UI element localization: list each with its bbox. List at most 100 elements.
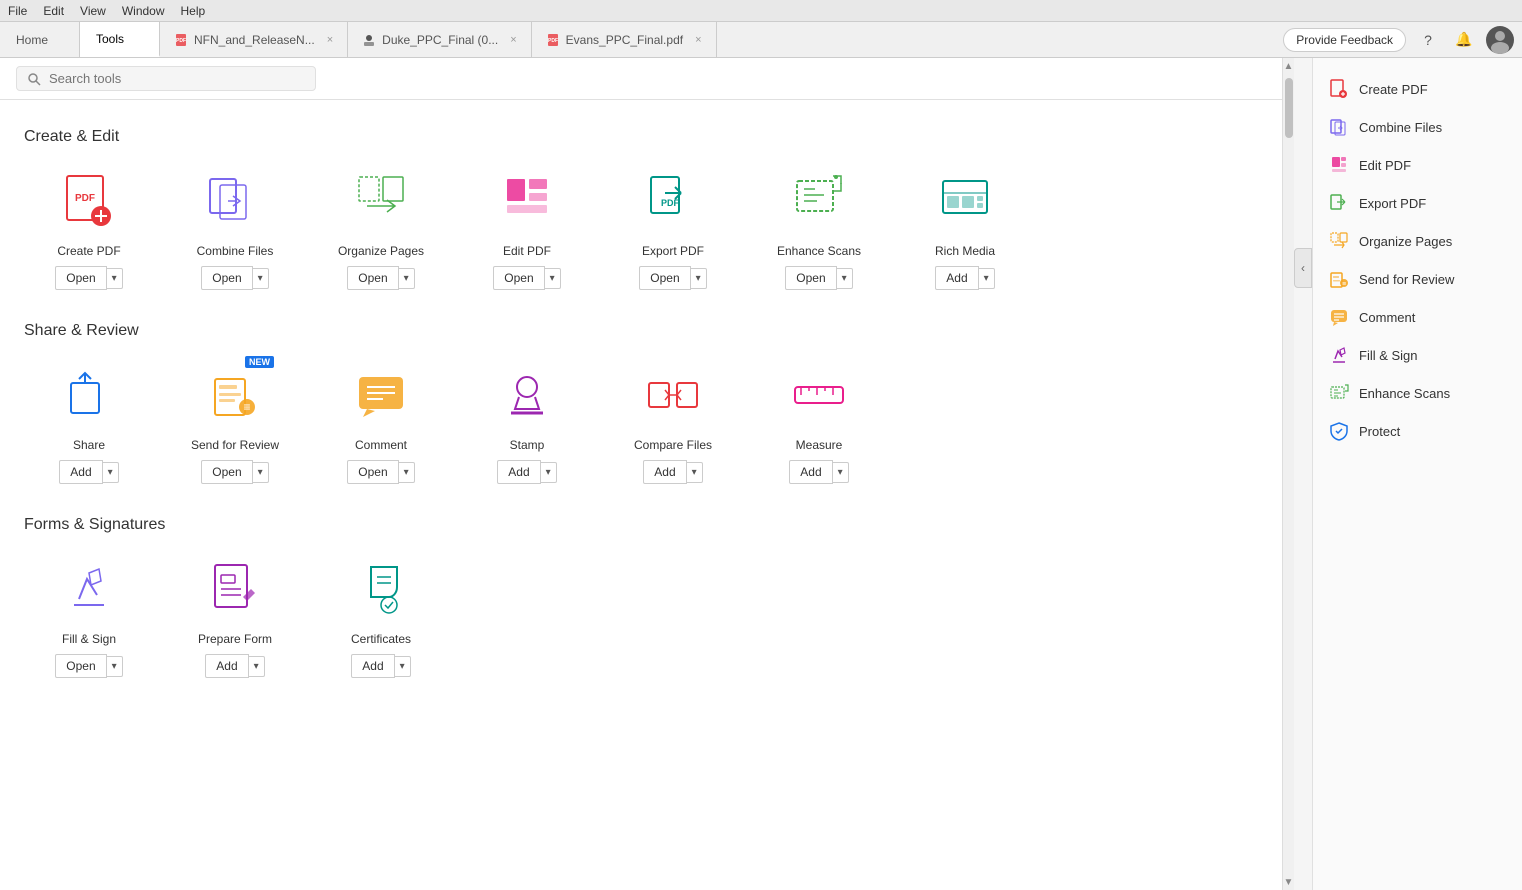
enhance-scans-open-btn[interactable]: Open — [785, 266, 836, 290]
tab-evans[interactable]: PDF Evans_PPC_Final.pdf × — [532, 22, 717, 57]
menubar: File Edit View Window Help — [0, 0, 1522, 22]
right-panel-item-comment[interactable]: Comment — [1313, 298, 1522, 336]
panel-toggle-button[interactable]: ‹ — [1294, 248, 1312, 288]
right-panel-combine-files-label: Combine Files — [1359, 120, 1442, 135]
compare-files-dropdown[interactable]: ▾ — [687, 462, 703, 483]
organize-pages-dropdown[interactable]: ▾ — [399, 268, 415, 289]
certificates-btn-group: Add ▾ — [351, 654, 410, 678]
right-panel-enhance-scans-label: Enhance Scans — [1359, 386, 1450, 401]
menu-help[interactable]: Help — [181, 4, 206, 18]
send-for-review-dropdown[interactable]: ▾ — [253, 462, 269, 483]
tool-card-organize-pages: Organize Pages Open ▾ — [316, 166, 446, 290]
certificates-dropdown[interactable]: ▾ — [395, 656, 411, 677]
right-panel-enhance-scans-icon — [1329, 383, 1349, 403]
search-bar — [16, 66, 316, 91]
tool-card-rich-media: Rich Media Add ▾ — [900, 166, 1030, 290]
share-dropdown[interactable]: ▾ — [103, 462, 119, 483]
menu-view[interactable]: View — [80, 4, 106, 18]
notifications-button[interactable]: 🔔 — [1450, 26, 1478, 54]
right-panel-combine-files-icon — [1329, 117, 1349, 137]
prepare-form-add-btn[interactable]: Add — [205, 654, 248, 678]
right-panel-item-export-pdf[interactable]: Export PDF — [1313, 184, 1522, 222]
right-panel-comment-icon — [1329, 307, 1349, 327]
fill-sign-open-btn[interactable]: Open — [55, 654, 106, 678]
share-add-btn[interactable]: Add — [59, 460, 102, 484]
export-pdf-icon-wrapper: PDF — [638, 166, 708, 236]
prepare-form-dropdown[interactable]: ▾ — [249, 656, 265, 677]
right-panel-item-send-for-review[interactable]: ≡ Send for Review — [1313, 260, 1522, 298]
svg-text:PDF: PDF — [75, 193, 95, 204]
menu-window[interactable]: Window — [122, 4, 165, 18]
tab-close-duke[interactable]: × — [510, 34, 516, 46]
compare-files-add-btn[interactable]: Add — [643, 460, 686, 484]
search-input[interactable] — [49, 71, 305, 86]
comment-label: Comment — [355, 438, 407, 452]
help-button[interactable]: ? — [1414, 26, 1442, 54]
combine-files-icon — [205, 171, 265, 231]
export-pdf-label: Export PDF — [642, 244, 704, 258]
edit-pdf-open-btn[interactable]: Open — [493, 266, 544, 290]
create-pdf-open-btn[interactable]: Open — [55, 266, 106, 290]
tab-home[interactable]: Home — [0, 22, 80, 57]
right-panel-fill-sign-label: Fill & Sign — [1359, 348, 1418, 363]
combine-files-open-btn[interactable]: Open — [201, 266, 252, 290]
right-panel-send-for-review-icon: ≡ — [1329, 269, 1349, 289]
measure-add-btn[interactable]: Add — [789, 460, 832, 484]
scrollbar[interactable]: ▲ ▼ — [1282, 58, 1294, 890]
avatar[interactable] — [1486, 26, 1514, 54]
stamp-add-btn[interactable]: Add — [497, 460, 540, 484]
send-for-review-icon-wrapper: NEW ≡ — [200, 360, 270, 430]
send-for-review-open-btn[interactable]: Open — [201, 460, 252, 484]
organize-pages-open-btn[interactable]: Open — [347, 266, 398, 290]
organize-pages-icon — [351, 171, 411, 231]
right-panel-edit-pdf-icon — [1329, 155, 1349, 175]
rich-media-add-btn[interactable]: Add — [935, 266, 978, 290]
export-pdf-open-btn[interactable]: Open — [639, 266, 690, 290]
provide-feedback-button[interactable]: Provide Feedback — [1283, 28, 1406, 52]
right-panel-item-edit-pdf[interactable]: Edit PDF — [1313, 146, 1522, 184]
compare-files-icon-wrapper — [638, 360, 708, 430]
share-icon-wrapper — [54, 360, 124, 430]
prepare-form-icon-wrapper — [200, 554, 270, 624]
edit-pdf-dropdown[interactable]: ▾ — [545, 268, 561, 289]
create-pdf-dropdown[interactable]: ▾ — [107, 268, 123, 289]
right-panel-item-organize-pages[interactable]: Organize Pages — [1313, 222, 1522, 260]
fill-sign-label: Fill & Sign — [62, 632, 116, 646]
share-btn-group: Add ▾ — [59, 460, 118, 484]
comment-dropdown[interactable]: ▾ — [399, 462, 415, 483]
combine-files-dropdown[interactable]: ▾ — [253, 268, 269, 289]
right-panel-fill-sign-icon — [1329, 345, 1349, 365]
certificates-add-btn[interactable]: Add — [351, 654, 394, 678]
scroll-up-btn[interactable]: ▲ — [1283, 58, 1294, 74]
tab-nfn[interactable]: PDF NFN_and_ReleaseN... × — [160, 22, 348, 57]
scroll-down-btn[interactable]: ▼ — [1283, 874, 1294, 890]
comment-icon-wrapper — [346, 360, 416, 430]
rich-media-dropdown[interactable]: ▾ — [979, 268, 995, 289]
right-panel-item-enhance-scans[interactable]: Enhance Scans — [1313, 374, 1522, 412]
right-panel-item-fill-sign[interactable]: Fill & Sign — [1313, 336, 1522, 374]
tab-close-evans[interactable]: × — [695, 34, 701, 46]
compare-files-btn-group: Add ▾ — [643, 460, 702, 484]
edit-pdf-btn-group: Open ▾ — [493, 266, 560, 290]
menu-file[interactable]: File — [8, 4, 27, 18]
scroll-thumb[interactable] — [1285, 78, 1293, 138]
right-panel-organize-pages-icon — [1329, 231, 1349, 251]
tool-card-enhance-scans: Enhance Scans Open ▾ — [754, 166, 884, 290]
rich-media-icon — [935, 171, 995, 231]
comment-open-btn[interactable]: Open — [347, 460, 398, 484]
enhance-scans-btn-group: Open ▾ — [785, 266, 852, 290]
enhance-scans-dropdown[interactable]: ▾ — [837, 268, 853, 289]
right-panel-protect-icon — [1329, 421, 1349, 441]
compare-files-label: Compare Files — [634, 438, 712, 452]
right-panel-item-protect[interactable]: Protect — [1313, 412, 1522, 450]
right-panel-item-create-pdf[interactable]: Create PDF — [1313, 70, 1522, 108]
fill-sign-dropdown[interactable]: ▾ — [107, 656, 123, 677]
right-panel-item-combine-files[interactable]: Combine Files — [1313, 108, 1522, 146]
measure-dropdown[interactable]: ▾ — [833, 462, 849, 483]
tab-tools[interactable]: Tools — [80, 22, 160, 57]
stamp-dropdown[interactable]: ▾ — [541, 462, 557, 483]
menu-edit[interactable]: Edit — [43, 4, 64, 18]
export-pdf-dropdown[interactable]: ▾ — [691, 268, 707, 289]
tab-duke[interactable]: Duke_PPC_Final (0... × — [348, 22, 532, 57]
tab-close-nfn[interactable]: × — [327, 34, 333, 46]
